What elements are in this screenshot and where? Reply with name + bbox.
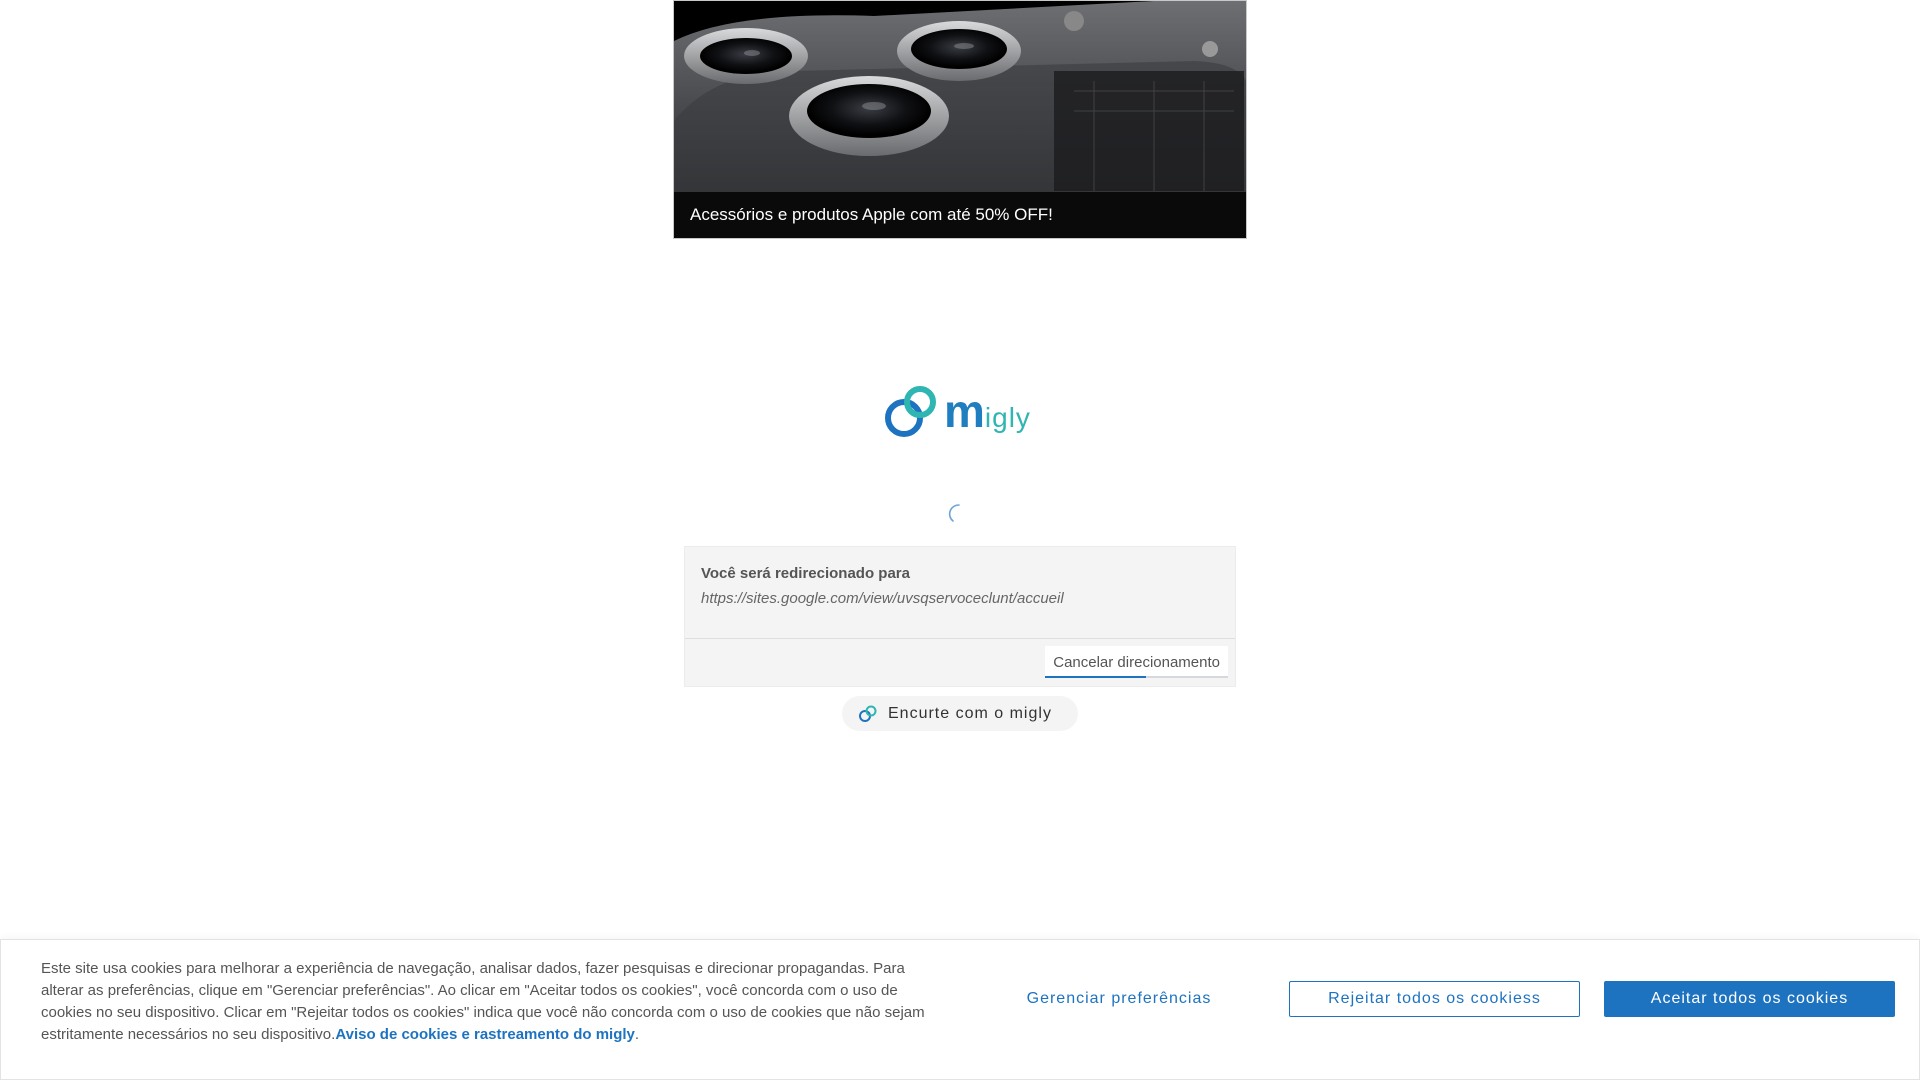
cancel-redirect-button[interactable]: Cancelar direcionamento — [1045, 646, 1228, 678]
manage-preferences-button[interactable]: Gerenciar preferências — [1001, 981, 1237, 1017]
logo-letter-m: m — [944, 385, 985, 437]
link-icon — [859, 705, 877, 722]
redirect-progress-bar — [1045, 676, 1228, 678]
chain-link-logo-icon — [885, 386, 936, 437]
redirect-progress-fill — [1045, 676, 1146, 678]
logo-letters: igly — [984, 402, 1031, 433]
redirect-card: Você será redirecionado para https://sit… — [684, 546, 1236, 687]
accept-all-cookies-button[interactable]: Aceitar todos os cookies — [1604, 981, 1895, 1017]
cookie-trailing: . — [634, 1026, 640, 1043]
cancel-redirect-label: Cancelar direcionamento — [1053, 653, 1220, 671]
redirect-title: Você será redirecionado para — [701, 565, 910, 582]
ad-caption[interactable]: Acessórios e produtos Apple com até 50% … — [674, 192, 1246, 238]
shorten-with-migly-button[interactable]: Encurte com o migly — [842, 696, 1078, 731]
logo-text: m igly — [944, 388, 1031, 434]
reject-all-cookies-button[interactable]: Rejeitar todos os cookiess — [1289, 981, 1580, 1017]
phone-camera-image — [674, 1, 1246, 196]
ad-banner[interactable]: Acessórios e produtos Apple com até 50% … — [673, 0, 1247, 239]
loading-spinner-icon — [948, 504, 960, 522]
redirect-card-body: Você será redirecionado para https://sit… — [685, 547, 1235, 639]
cookie-notice-link[interactable]: Aviso de cookies e rastreamento do migly — [335, 1026, 635, 1043]
redirect-card-footer: Cancelar direcionamento — [685, 639, 1235, 687]
cookie-text: Este site usa cookies para melhorar a ex… — [41, 958, 931, 1046]
redirect-url: https://sites.google.com/view/uvsqservoc… — [701, 590, 1064, 607]
migly-logo[interactable]: m igly — [884, 384, 1034, 440]
cookie-banner: Este site usa cookies para melhorar a ex… — [0, 939, 1920, 1080]
shorten-label: Encurte com o migly — [888, 704, 1052, 722]
